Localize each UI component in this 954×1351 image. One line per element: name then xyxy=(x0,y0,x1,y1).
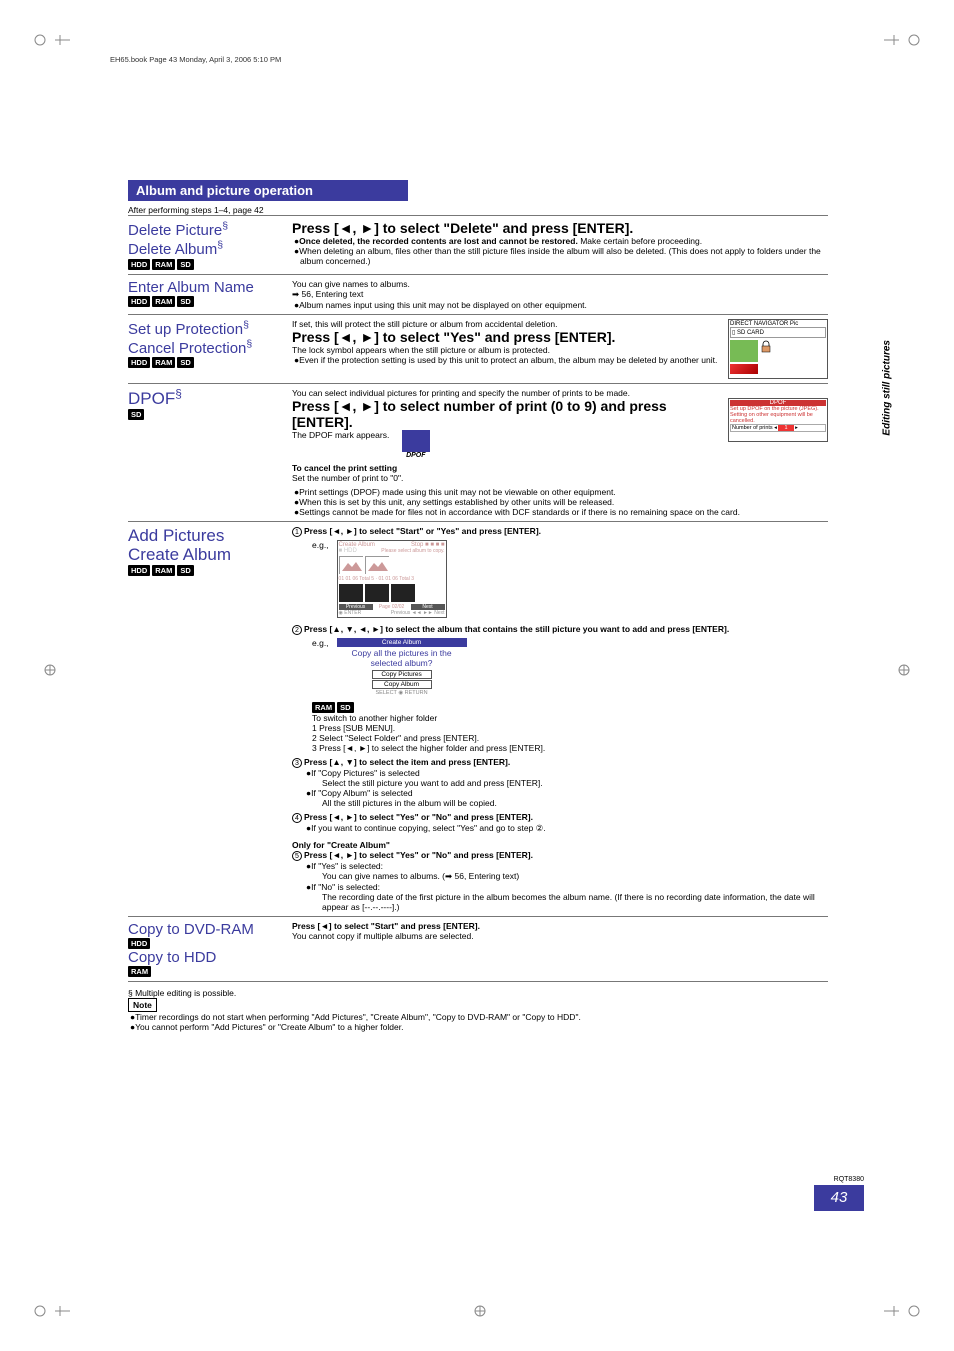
sw3: 3 Press [◄, ►] to select the higher fold… xyxy=(312,743,545,753)
delete-album-title: Delete Album§ xyxy=(128,241,223,258)
setup-protection-title: Set up Protection§ xyxy=(128,321,249,338)
switch-h: To switch to another higher folder xyxy=(312,713,437,723)
badge-sd: SD xyxy=(177,565,193,576)
protect-fig: DIRECT NAVIGATOR Pic ▯ SD CARD xyxy=(728,319,828,379)
badge-sd: SD xyxy=(337,702,353,713)
badge-ram: RAM xyxy=(128,966,151,977)
cancel-protection-title: Cancel Protection§ xyxy=(128,340,252,357)
badge-hdd: HDD xyxy=(128,259,150,270)
cropmark-r xyxy=(884,650,924,690)
page-number: 43 xyxy=(814,1185,864,1211)
add-pictures-title: Add Pictures xyxy=(128,526,224,545)
header-meta: EH65.book Page 43 Monday, April 3, 2006 … xyxy=(110,55,281,64)
s5bt: The recording date of the first picture … xyxy=(322,892,828,912)
step-1-icon: 1 xyxy=(292,527,302,537)
copy-cmd: Press [◄] to select "Start" and press [E… xyxy=(292,921,480,931)
step-4-icon: 4 xyxy=(292,813,302,823)
lock-icon xyxy=(759,340,773,354)
eg-label: e.g., xyxy=(312,638,329,648)
create-album-title: Create Album xyxy=(128,545,231,564)
note-box: Note xyxy=(128,998,157,1012)
dpof-b2: ●When this is set by this unit, any sett… xyxy=(300,497,828,507)
add-fig2: Create Album Copy all the pictures in th… xyxy=(337,638,467,696)
step-5-icon: 5 xyxy=(292,851,302,861)
add-s2: Press [▲, ▼, ◄, ►] to select the album t… xyxy=(304,624,729,634)
s5a: If "Yes" is selected: xyxy=(311,861,383,871)
protect-cmd: Press [◄, ►] to select "Yes" and press [… xyxy=(292,329,718,345)
dpof-l1: You can select individual pictures for p… xyxy=(292,388,828,398)
enter-title: Enter Album Name xyxy=(128,279,254,296)
badge-ram: RAM xyxy=(152,259,175,270)
only-create: Only for "Create Album" xyxy=(292,840,390,850)
photo-thumb-icon xyxy=(340,557,364,575)
cropmark-tr xyxy=(884,20,924,60)
step-3-icon: 3 xyxy=(292,758,302,768)
cropmark-l xyxy=(30,650,70,690)
dpof-fig: DPOF Set up DPOF on the picture (JPEG). … xyxy=(728,398,828,442)
badge-hdd: HDD xyxy=(128,938,150,949)
cropmark-b xyxy=(460,1291,500,1331)
badge-sd: SD xyxy=(177,357,193,368)
enter-l1: You can give names to albums. xyxy=(292,279,828,289)
s5at: You can give names to albums. (➡ 56, Ent… xyxy=(322,871,828,882)
cropmark-tl xyxy=(30,20,70,60)
protect-l2: The lock symbol appears when the still p… xyxy=(292,345,718,355)
badge-ram: RAM xyxy=(312,702,335,713)
dpof-cancel-h: To cancel the print setting xyxy=(292,463,397,473)
copy-l2: You cannot copy if multiple albums are s… xyxy=(292,931,474,941)
badge-ram: RAM xyxy=(152,565,175,576)
badge-sd: SD xyxy=(128,409,144,420)
cropmark-br xyxy=(884,1291,924,1331)
badge-ram: RAM xyxy=(152,357,175,368)
if1: If "Copy Pictures" is selected xyxy=(311,768,420,778)
cropmark-bl xyxy=(30,1291,70,1331)
s5b: If "No" is selected: xyxy=(311,882,380,892)
dpof-cmd: Press [◄, ►] to select number of print (… xyxy=(292,398,718,430)
add-fig1: Create AlbumStop ■ ■ ■ ■ ■ HDDPlease sel… xyxy=(337,540,447,618)
note-b1: ●Timer recordings do not start when perf… xyxy=(136,1012,828,1022)
dpof-mark: DPOF xyxy=(393,430,438,459)
dpof-cancel-t: Set the number of print to "0". xyxy=(292,473,828,483)
note-b2: ●You cannot perform "Add Pictures" or "C… xyxy=(136,1022,828,1032)
protect-l1: If set, this will protect the still pict… xyxy=(292,319,718,329)
add-s1: Press [◄, ►] to select "Start" or "Yes" … xyxy=(304,526,541,536)
copy-dvdram-title: Copy to DVD-RAM xyxy=(128,921,254,938)
sw2: 2 Select "Select Folder" and press [ENTE… xyxy=(312,733,479,743)
multi-edit: § Multiple editing is possible. xyxy=(128,988,828,998)
sw1: 1 Press [SUB MENU]. xyxy=(312,723,395,733)
step-2-icon: 2 xyxy=(292,625,302,635)
copy-hdd-title: Copy to HDD xyxy=(128,949,216,966)
dpof-b1: ●Print settings (DPOF) made using this u… xyxy=(300,487,828,497)
if2t: All the still pictures in the album will… xyxy=(322,798,828,808)
rqt-code: RQT8380 xyxy=(834,1176,864,1183)
delete-warn1: ●Once deleted, the recorded contents are… xyxy=(300,236,828,246)
badge-ram: RAM xyxy=(152,296,175,307)
badge-sd: SD xyxy=(177,296,193,307)
add-s3: Press [▲, ▼] to select the item and pres… xyxy=(304,757,510,767)
intro-text: After performing steps 1–4, page 42 xyxy=(128,205,828,215)
enter-l3: ●Album names input using this unit may n… xyxy=(300,300,828,310)
badge-sd: SD xyxy=(177,259,193,270)
dpof-l2: The DPOF mark appears. xyxy=(292,430,389,440)
protect-l3: ●Even if the protection setting is used … xyxy=(300,355,718,365)
if1t: Select the still picture you want to add… xyxy=(322,778,828,788)
side-label: Editing still pictures xyxy=(882,340,893,436)
eg-label: e.g., xyxy=(312,540,329,550)
if2: If "Copy Album" is selected xyxy=(311,788,412,798)
add-s4: Press [◄, ►] to select "Yes" or "No" and… xyxy=(304,812,533,822)
delete-warn2: ●When deleting an album, files other tha… xyxy=(300,246,828,266)
add-s4b: ●If you want to continue copying, select… xyxy=(312,823,828,834)
dpof-b3: ●Settings cannot be made for files not i… xyxy=(300,507,828,517)
enter-l2: ➡ 56, Entering text xyxy=(292,289,828,300)
delete-picture-title: Delete Picture§ xyxy=(128,222,228,239)
section-title: Album and picture operation xyxy=(128,180,408,201)
add-s5: Press [◄, ►] to select "Yes" or "No" and… xyxy=(304,850,533,860)
badge-hdd: HDD xyxy=(128,357,150,368)
badge-hdd: HDD xyxy=(128,565,150,576)
dpof-title: DPOF§ xyxy=(128,389,182,408)
delete-cmd: Press [◄, ►] to select "Delete" and pres… xyxy=(292,220,828,236)
badge-hdd: HDD xyxy=(128,296,150,307)
